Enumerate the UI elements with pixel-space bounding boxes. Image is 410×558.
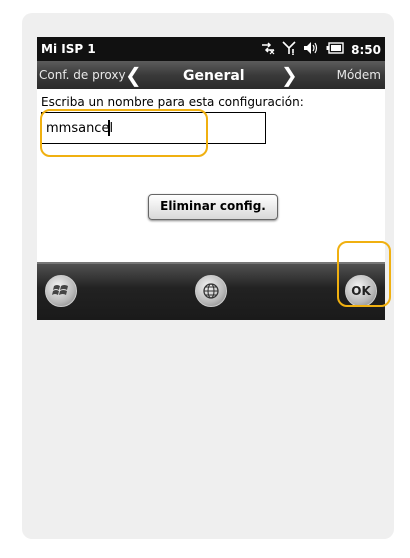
tab-next-label[interactable]: Módem (337, 68, 381, 82)
tab-navigation-bar: Conf. de proxy ❮ General ❯ Módem (37, 61, 385, 89)
status-title: Mi ISP 1 (41, 42, 96, 56)
status-bar: Mi ISP 1 8:50 (37, 37, 385, 61)
tab-current-label: General (183, 68, 245, 84)
chevron-right-icon[interactable]: ❯ (281, 63, 298, 87)
chevron-left-icon[interactable]: ❮ (125, 63, 142, 87)
status-time: 8:50 (351, 42, 381, 57)
globe-icon[interactable] (195, 275, 227, 307)
windows-start-icon[interactable] (45, 275, 77, 307)
soft-key-divider (37, 262, 385, 264)
name-input-highlight (40, 109, 208, 157)
name-prompt-label: Escriba un nombre para esta configuració… (41, 95, 304, 109)
delete-config-button[interactable]: Eliminar config. (148, 194, 278, 220)
battery-icon (326, 42, 344, 57)
ok-button-highlight (337, 241, 391, 307)
data-connection-icon (261, 41, 275, 58)
status-icons: 8:50 (261, 41, 381, 58)
device-screen: Mi ISP 1 8:50 Conf. de proxy ❮ General ❯… (37, 37, 385, 320)
volume-icon (303, 41, 319, 58)
signal-icon (282, 41, 296, 58)
soft-key-bar: OK (37, 262, 385, 320)
tab-previous-label[interactable]: Conf. de proxy (39, 68, 126, 82)
